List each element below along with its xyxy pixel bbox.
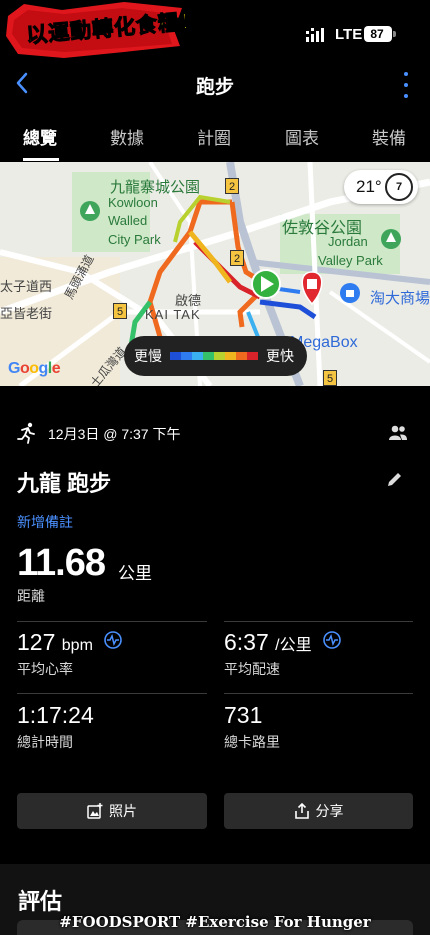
route-shield-2: 2	[225, 178, 239, 194]
tab-laps[interactable]: 計圈	[197, 124, 231, 149]
speed-legend: 更慢 更快	[124, 336, 307, 376]
speed-color-swatch	[181, 352, 192, 360]
speed-color-swatch	[214, 352, 225, 360]
header: 跑步	[0, 64, 430, 108]
distance-unit: 公里	[118, 564, 152, 583]
more-options-button[interactable]	[398, 72, 414, 98]
activity-date: 12月3日 @ 7:37 下午	[48, 426, 181, 442]
divider	[224, 693, 413, 694]
map-label-prince-edward-road: 太子道西	[0, 279, 53, 294]
route-shield-5: 5	[113, 303, 127, 319]
divider	[224, 621, 413, 622]
page-title: 跑步	[195, 77, 234, 98]
legend-fast-label: 更快	[266, 348, 294, 364]
avg-heart-rate-value: 127 bpm	[17, 629, 123, 656]
speed-color-swatch	[203, 352, 214, 360]
pace-info-icon	[323, 631, 341, 649]
map-label-walled: Walled	[108, 213, 148, 228]
tab-overview[interactable]: 總覽	[23, 124, 57, 149]
avg-pace-number: 6:37	[224, 629, 269, 655]
divider	[17, 693, 207, 694]
divider	[17, 621, 207, 622]
calories-label: 總卡路里	[224, 734, 280, 750]
speed-color-swatch	[225, 352, 236, 360]
avg-heart-rate-number: 127	[17, 629, 56, 655]
distance-label: 距離	[17, 588, 45, 604]
tab-data[interactable]: 數據	[110, 124, 144, 149]
pencil-icon[interactable]	[386, 470, 404, 488]
tab-bar: 總覽 數據 計圈 圖表 裝備	[0, 114, 430, 162]
avg-heart-rate-label: 平均心率	[17, 661, 73, 677]
signal-icon	[306, 28, 324, 42]
speed-color-scale	[170, 352, 258, 360]
distance-value: 11.68	[17, 542, 106, 584]
legend-slow-label: 更慢	[134, 348, 162, 364]
total-time-label: 總計時間	[17, 734, 73, 750]
map-label-walled-city-zh: 九龍寨城公園	[110, 179, 201, 196]
tab-active-indicator	[23, 158, 59, 161]
speed-color-swatch	[236, 352, 247, 360]
battery-cap	[393, 31, 396, 37]
map-label-argyle-street: 亞皆老街	[0, 306, 53, 321]
map-label-jordan: Jordan	[328, 234, 368, 249]
people-icon[interactable]	[388, 424, 408, 442]
total-time-value: 1:17:24	[17, 702, 94, 728]
battery-level: 87	[370, 27, 384, 41]
heart-rate-icon	[104, 631, 123, 649]
uv-index-icon: 7	[385, 173, 413, 201]
map-label-valley-park: Valley Park	[318, 253, 383, 268]
evaluation-title: 評估	[18, 889, 63, 914]
tab-charts[interactable]: 圖表	[285, 124, 319, 149]
google-logo-letter: g	[38, 360, 49, 377]
temperature-value: 21°	[356, 177, 382, 196]
avg-pace-value: 6:37 /公里	[224, 629, 341, 656]
avg-pace-unit: /公里	[275, 637, 312, 654]
route-shield-5: 5	[323, 370, 337, 386]
photos-button[interactable]: 照片	[17, 793, 207, 829]
battery-icon: 87	[364, 26, 392, 42]
map-label-amoy-plaza: 淘大商場	[370, 290, 430, 307]
more-dot-icon	[404, 83, 408, 87]
avg-heart-rate-unit: bpm	[61, 637, 93, 654]
tab-gear[interactable]: 裝備	[372, 124, 406, 149]
map-label-city-park: City Park	[108, 232, 161, 247]
activity-title: 九龍 跑步	[17, 471, 112, 496]
network-type: LTE	[335, 26, 363, 43]
google-logo-letter: o	[29, 360, 39, 377]
status-bar: 以運動轉化食糧！ LTE 87	[0, 0, 430, 64]
share-button-label: 分享	[315, 803, 344, 819]
calories-value: 731	[224, 702, 263, 728]
google-logo-letter: G	[8, 360, 20, 377]
running-icon	[17, 422, 35, 444]
weather-badge: 21° 7	[344, 170, 418, 204]
share-icon	[294, 803, 309, 819]
watermark-text: #FOODSPORT #Exercise For Hunger	[59, 913, 371, 931]
add-photo-icon	[87, 803, 103, 819]
map-label-kowloon: Kowloon	[108, 195, 158, 210]
map-label-kai-tak: KAI TAK	[145, 307, 201, 322]
photos-button-label: 照片	[109, 803, 137, 819]
speed-color-swatch	[170, 352, 181, 360]
add-note-link[interactable]: 新增備註	[17, 512, 73, 532]
share-button[interactable]: 分享	[224, 793, 413, 829]
more-dot-icon	[404, 94, 408, 98]
google-logo: Google	[8, 360, 61, 378]
route-map[interactable]: 九龍寨城公園 Kowloon Walled City Park 佐敦谷公園 Jo…	[0, 162, 430, 386]
route-shield-2: 2	[230, 250, 244, 266]
speed-color-swatch	[247, 352, 258, 360]
more-dot-icon	[404, 72, 408, 76]
google-logo-letter: e	[51, 360, 61, 377]
google-logo-letter: o	[19, 360, 30, 377]
speed-color-swatch	[192, 352, 203, 360]
avg-pace-label: 平均配速	[224, 661, 280, 677]
